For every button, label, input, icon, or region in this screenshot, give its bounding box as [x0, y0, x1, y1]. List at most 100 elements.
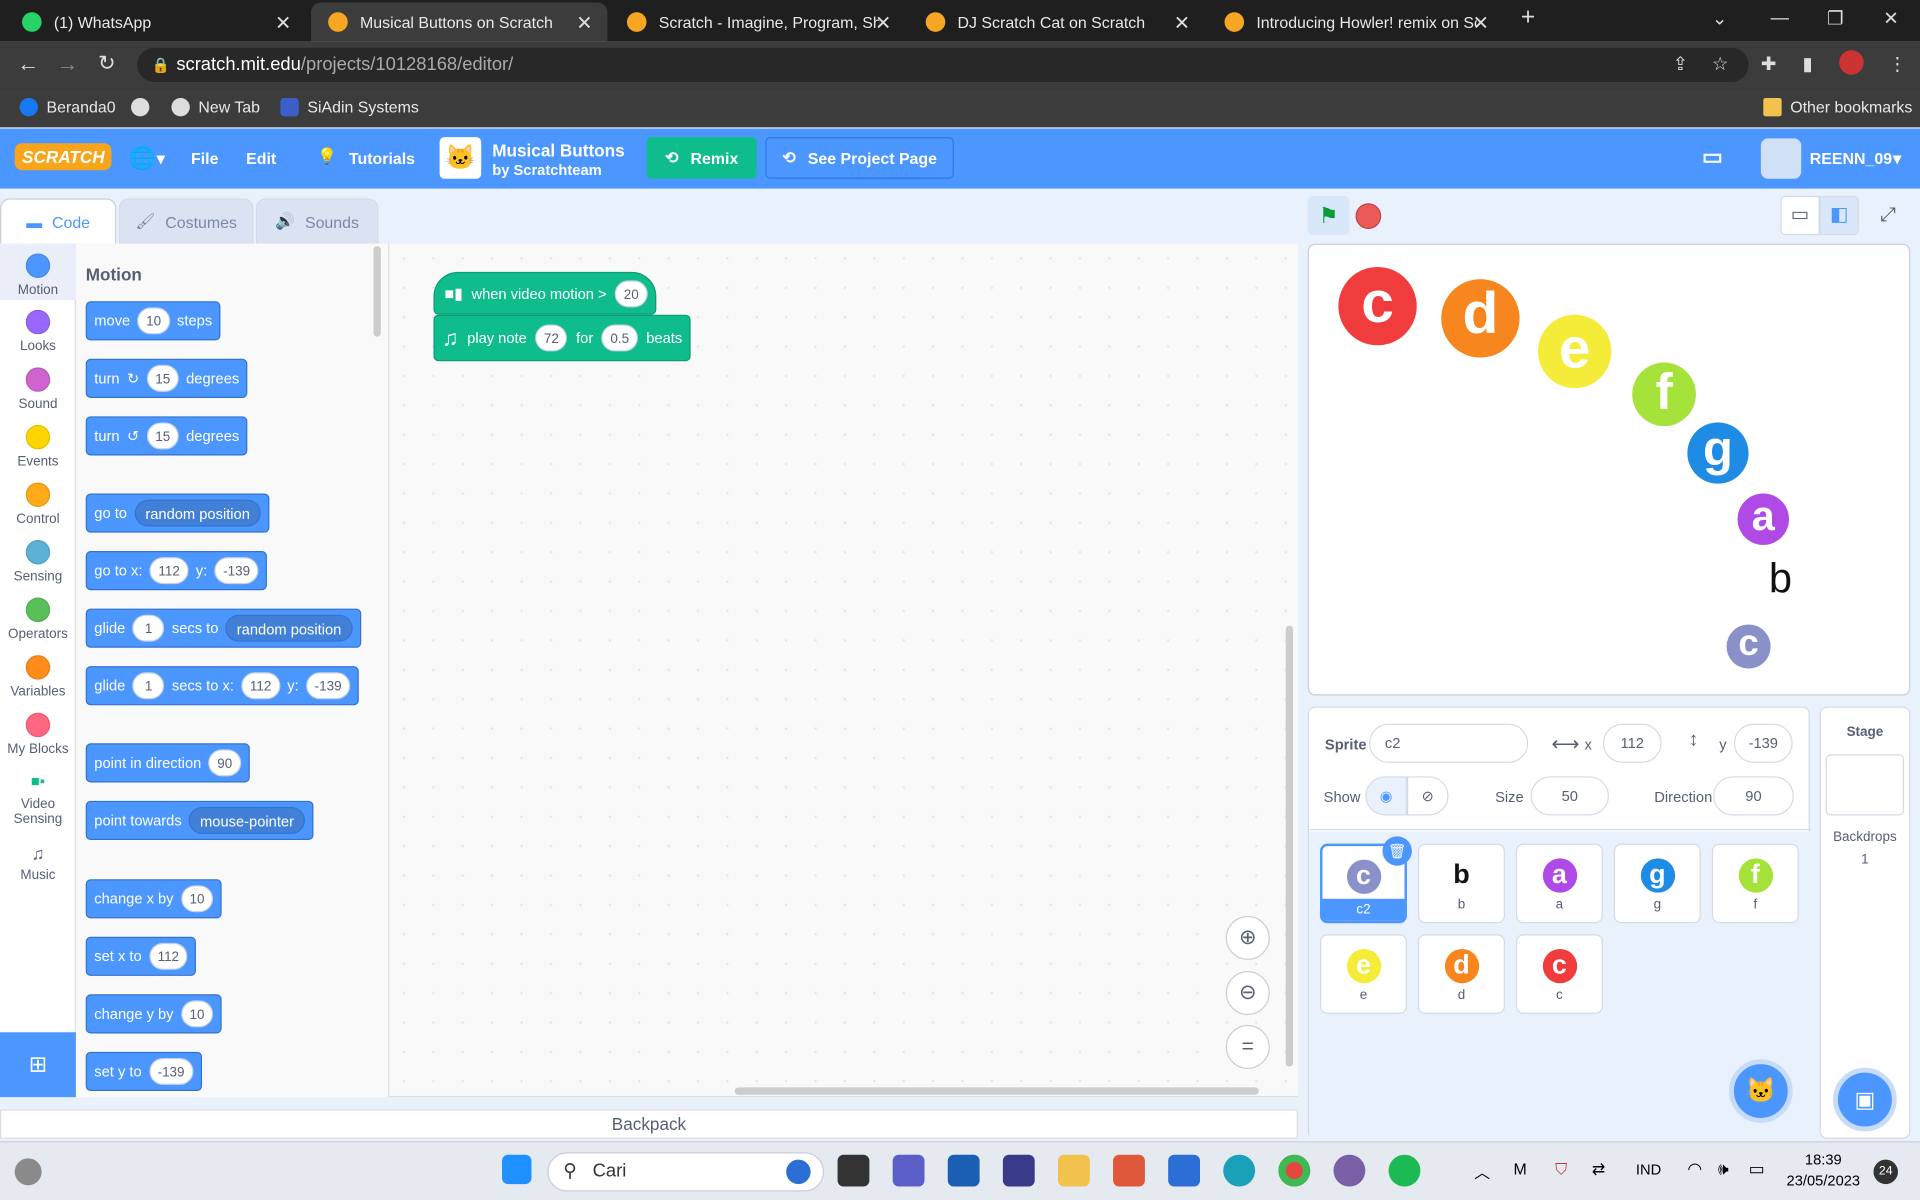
volume-icon[interactable]: 🕪: [1718, 1158, 1729, 1179]
block-set-y[interactable]: set y to -139: [85, 1051, 202, 1092]
stop-icon[interactable]: [1355, 203, 1382, 229]
clock-date[interactable]: 23/05/2023: [1787, 1172, 1861, 1189]
code-workspace[interactable]: ■▮ when video motion > 20 ♫ play note 72 for 0…: [389, 243, 1298, 1098]
block-input[interactable]: 1: [132, 614, 165, 642]
app-chat-icon[interactable]: [1168, 1154, 1201, 1187]
block-change-x[interactable]: change x by 10: [85, 879, 222, 919]
close-tab-icon[interactable]: ✕: [1473, 11, 1489, 35]
category-operators[interactable]: Operators: [0, 597, 76, 642]
notification-badge[interactable]: 24: [1873, 1159, 1898, 1185]
bookmark-item[interactable]: Beranda0: [19, 97, 116, 117]
bookmark-item[interactable]: [131, 97, 150, 117]
stage-canvas[interactable]: c d e f g a b c: [1307, 243, 1911, 696]
taskbar-search[interactable]: ⚲ Cari: [547, 1152, 825, 1192]
chevron-up-icon[interactable]: ︿: [1474, 1160, 1490, 1183]
sprite-thumb-d[interactable]: dd: [1417, 934, 1505, 1014]
remix-button[interactable]: ⟲ Remix: [646, 137, 757, 179]
sprite-thumb-f[interactable]: ff: [1711, 843, 1799, 924]
sprite-thumb-c2[interactable]: c c2 🗑: [1320, 836, 1412, 924]
sprite-thumb-b[interactable]: bb: [1417, 843, 1505, 924]
maximize-button[interactable]: ❐: [1827, 7, 1843, 30]
block-point-towards[interactable]: point towards mouse-pointer: [85, 800, 314, 841]
close-tab-icon[interactable]: ✕: [275, 11, 291, 35]
side-panel-icon[interactable]: ▮: [1802, 53, 1812, 75]
backpack[interactable]: Backpack: [0, 1109, 1298, 1139]
fullscreen-icon[interactable]: ⤢: [1869, 196, 1908, 235]
weather-icon[interactable]: [14, 1158, 42, 1186]
store-icon[interactable]: [947, 1154, 980, 1187]
category-music[interactable]: ♫ Music: [0, 844, 76, 883]
block-input[interactable]: 112: [241, 672, 280, 700]
stage-sprite[interactable]: a: [1737, 493, 1789, 545]
direction-input[interactable]: 90: [1713, 776, 1794, 816]
other-bookmarks[interactable]: Other bookmarks: [1763, 97, 1912, 117]
address-bar[interactable]: 🔒 scratch.mit.edu/projects/10128168/edito…: [137, 47, 1749, 83]
category-video-sensing[interactable]: ■▪ Video Sensing: [0, 773, 76, 827]
zoom-out-button[interactable]: ⊖: [1225, 971, 1270, 1016]
beats-input[interactable]: 0.5: [601, 324, 638, 352]
user-avatar[interactable]: [1760, 138, 1802, 179]
block-input[interactable]: -139: [149, 1057, 194, 1085]
note-input[interactable]: 72: [535, 324, 568, 352]
edit-menu[interactable]: Edit: [246, 149, 276, 167]
block-go-to-xy[interactable]: go to x: 112 y: -139: [85, 551, 268, 591]
block-dropdown[interactable]: random position: [225, 614, 353, 642]
block-input[interactable]: 1: [132, 672, 165, 700]
block-input[interactable]: 10: [180, 885, 214, 913]
block-turn-left[interactable]: turn ↺ 15 degrees: [85, 416, 248, 456]
bookmark-item[interactable]: New Tab: [171, 97, 260, 117]
stage-sprite[interactable]: c: [1726, 624, 1771, 669]
block-input[interactable]: 10: [180, 1000, 214, 1028]
clock-time[interactable]: 18:39: [1805, 1151, 1842, 1168]
tab-code[interactable]: ▬ Code: [0, 198, 117, 244]
tutorials-button[interactable]: Tutorials: [349, 149, 415, 167]
language-indicator[interactable]: IND: [1636, 1161, 1661, 1178]
sprite-thumb-g[interactable]: gg: [1613, 843, 1701, 924]
windows-start-icon[interactable]: [502, 1154, 532, 1185]
stage-sprite[interactable]: d: [1441, 279, 1520, 358]
category-events[interactable]: Events: [0, 424, 76, 469]
block-input[interactable]: 112: [149, 557, 189, 585]
horizontal-scrollbar[interactable]: [734, 1087, 1259, 1095]
my-stuff-folder-icon[interactable]: ▭: [1702, 144, 1723, 170]
extensions-icon[interactable]: ✚: [1761, 53, 1776, 75]
bookmark-item[interactable]: SiAdin Systems: [280, 97, 419, 117]
block-set-x[interactable]: set x to 112: [85, 936, 197, 976]
tab-costumes[interactable]: 🖌 Costumes: [118, 198, 254, 244]
stage-sprite[interactable]: c: [1338, 266, 1417, 346]
app-tor-icon[interactable]: [1333, 1154, 1366, 1187]
browser-tab[interactable]: (1) WhatsApp ✕: [5, 2, 306, 41]
block-play-note[interactable]: ♫ play note 72 for 0.5 beats: [433, 314, 691, 362]
close-tab-icon[interactable]: ✕: [875, 11, 891, 35]
category-control[interactable]: Control: [0, 482, 76, 527]
stage-target-panel[interactable]: Stage Backdrops 1 ▣: [1819, 706, 1911, 1139]
block-input[interactable]: 112: [149, 942, 188, 970]
language-globe-icon[interactable]: 🌐: [129, 146, 156, 172]
tray-app-icon[interactable]: M: [1513, 1160, 1526, 1178]
block-input[interactable]: 15: [146, 364, 179, 392]
block-point-direction[interactable]: point in direction 90: [85, 743, 250, 783]
browser-tab-active[interactable]: Musical Buttons on Scratch ✕: [311, 2, 608, 42]
category-sound[interactable]: Sound: [0, 367, 76, 411]
tab-sounds[interactable]: 🔊 Sounds: [255, 198, 379, 244]
x-input[interactable]: 112: [1602, 723, 1662, 763]
file-menu[interactable]: File: [191, 149, 218, 167]
browser-tab[interactable]: Introducing Howler! remix on Scr ✕: [1207, 2, 1503, 41]
chevron-down-icon[interactable]: ▾: [157, 149, 165, 169]
zoom-reset-button[interactable]: =: [1225, 1024, 1270, 1069]
profile-avatar[interactable]: [1839, 50, 1864, 75]
category-motion[interactable]: Motion: [0, 243, 76, 301]
show-visible-button[interactable]: ◉: [1365, 776, 1407, 816]
backdrop-thumbnail[interactable]: [1825, 754, 1905, 816]
tray-shield-icon[interactable]: ⛉: [1555, 1160, 1567, 1180]
block-move-steps[interactable]: move 10 steps: [85, 301, 221, 341]
chevron-down-icon[interactable]: ▾: [1893, 149, 1901, 169]
back-icon[interactable]: ←: [17, 51, 39, 77]
block-go-to[interactable]: go to random position: [85, 493, 270, 533]
block-input[interactable]: -139: [306, 672, 351, 700]
choose-backdrop-button[interactable]: ▣: [1833, 1067, 1897, 1132]
stage-sprite[interactable]: b: [1756, 555, 1805, 604]
edge-icon[interactable]: [1223, 1154, 1256, 1187]
spotify-icon[interactable]: [1388, 1154, 1421, 1187]
size-input[interactable]: 50: [1530, 776, 1609, 816]
